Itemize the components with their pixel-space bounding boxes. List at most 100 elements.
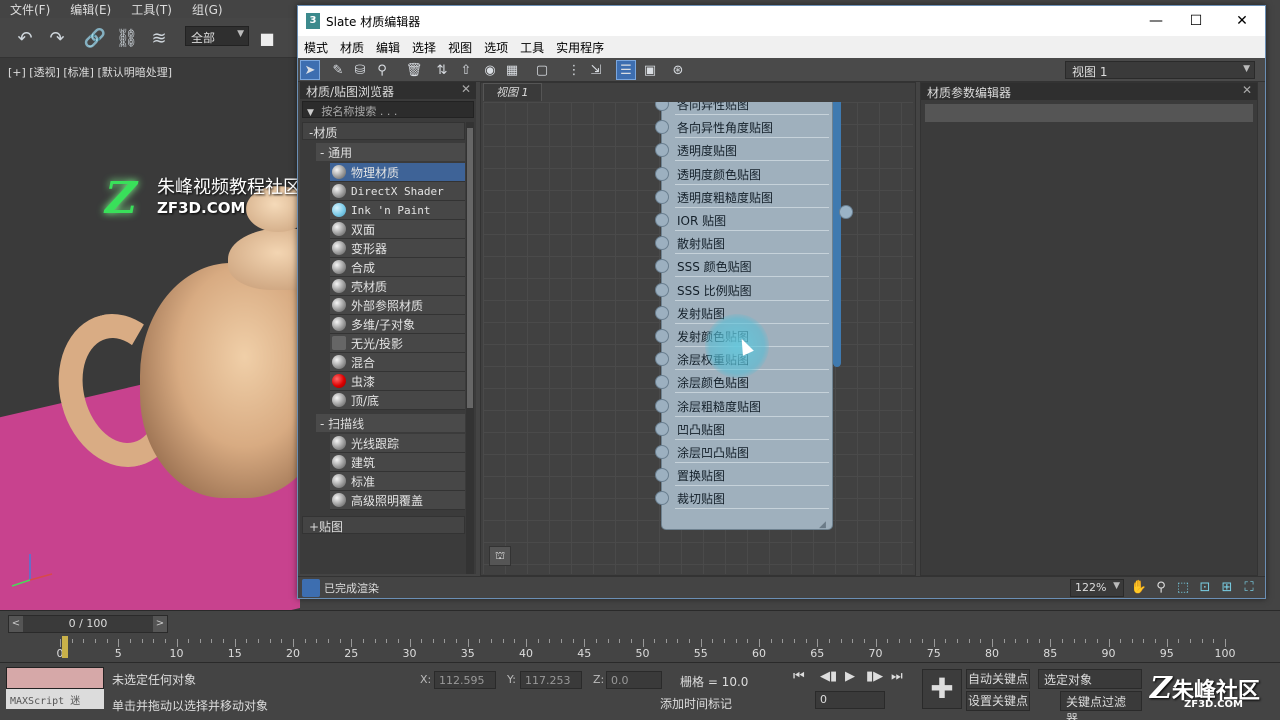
menu-tools[interactable]: 工具: [514, 39, 550, 56]
resize-grip-icon[interactable]: ◢: [819, 520, 826, 530]
zoom-region-icon[interactable]: ⬚: [1174, 579, 1192, 597]
timeline-ruler[interactable]: 0 5 10 15 20 25 30 35 40 45 50 55 60 65 70 75 80 85 90 95 10…: [57, 639, 1240, 661]
sample-slot-icon[interactable]: ▢: [532, 60, 552, 80]
input-socket[interactable]: [655, 398, 669, 413]
node-slot[interactable]: 各向异性贴图: [655, 102, 829, 115]
zoom-extents-icon[interactable]: ⊡: [1196, 579, 1214, 597]
add-time-tag-button[interactable]: 添加时间标记: [660, 695, 732, 712]
menu-view[interactable]: 视图: [442, 39, 478, 56]
material-item[interactable]: DirectX Shader: [330, 182, 465, 201]
selected-dropdown[interactable]: 选定对象: [1038, 669, 1142, 689]
key-filters-button[interactable]: 关键点过滤器...: [1060, 691, 1142, 720]
menu-mode[interactable]: 模式: [298, 39, 334, 56]
view-tab[interactable]: 视图 1: [483, 83, 542, 101]
maximize-button[interactable]: ☐: [1176, 10, 1216, 32]
node-slot[interactable]: 凹凸贴图: [655, 418, 829, 440]
close-icon[interactable]: ✕: [1242, 83, 1252, 97]
node-output-socket[interactable]: [839, 205, 853, 219]
input-socket[interactable]: [655, 236, 669, 251]
input-socket[interactable]: [655, 352, 669, 367]
viewport-label[interactable]: [+] [透视] [标准] [默认明暗处理]: [8, 64, 172, 80]
undo-icon[interactable]: ↶: [12, 25, 38, 51]
x-coordinate[interactable]: 112.595: [434, 671, 496, 689]
zoom-icon[interactable]: ⚲: [1152, 579, 1170, 597]
node-slot[interactable]: 涂层粗糙度贴图: [655, 395, 829, 417]
input-socket[interactable]: [655, 120, 669, 135]
selection-filter-dropdown[interactable]: 全部 ▼: [185, 26, 249, 46]
node-slot[interactable]: 裁切贴图: [655, 487, 829, 510]
node-slot[interactable]: 透明度贴图: [655, 139, 829, 162]
input-socket[interactable]: [655, 143, 669, 158]
input-socket[interactable]: [655, 259, 669, 274]
select-object-icon[interactable]: ■: [254, 25, 280, 51]
node-slot[interactable]: 透明度颜色贴图: [655, 163, 829, 185]
zoom-extents-selected-icon[interactable]: ⊞: [1218, 579, 1236, 597]
input-socket[interactable]: [655, 329, 669, 343]
material-item[interactable]: 双面: [330, 220, 465, 239]
prev-key-icon[interactable]: ◀▮: [820, 669, 837, 684]
maxscript-input[interactable]: MAXScript 迷: [6, 689, 104, 709]
pick-material-icon[interactable]: ✎: [328, 60, 348, 80]
menu-edit[interactable]: 编辑: [370, 39, 406, 56]
set-key-big-icon[interactable]: ✚: [922, 669, 962, 709]
material-item[interactable]: Ink 'n Paint: [330, 201, 465, 220]
next-key-icon[interactable]: ▮▶: [866, 669, 883, 684]
material-item[interactable]: 外部参照材质: [330, 296, 465, 315]
pan-to-selected-icon[interactable]: ⛶: [1240, 579, 1258, 597]
input-socket[interactable]: [655, 491, 669, 506]
input-socket[interactable]: [655, 189, 669, 204]
move-children-icon[interactable]: ⇅: [432, 60, 452, 80]
menu-tools[interactable]: 工具(T): [121, 1, 182, 18]
set-key-button[interactable]: 设置关键点: [966, 691, 1030, 711]
link-icon[interactable]: 🔗: [82, 25, 108, 51]
menu-material[interactable]: 材质: [334, 39, 370, 56]
scrollbar-thumb[interactable]: [467, 128, 473, 408]
category-maps[interactable]: +贴图: [302, 516, 465, 534]
assign-material-icon[interactable]: ⚲: [372, 60, 392, 80]
input-socket[interactable]: [655, 375, 669, 390]
node-slot[interactable]: 置换贴图: [655, 464, 829, 487]
close-icon[interactable]: ✕: [461, 82, 471, 96]
show-shaded-icon[interactable]: ◉: [480, 60, 500, 80]
material-item[interactable]: 混合: [330, 353, 465, 372]
menu-utilities[interactable]: 实用程序: [550, 39, 610, 56]
menu-group[interactable]: 组(G): [182, 1, 233, 18]
search-input[interactable]: ▼ 按名称搜索 . . .: [302, 101, 474, 118]
material-item[interactable]: 合成: [330, 258, 465, 277]
time-slider[interactable]: < 0 / 100 >: [8, 615, 168, 633]
input-socket[interactable]: [655, 468, 669, 483]
close-button[interactable]: ✕: [1222, 10, 1262, 32]
material-item[interactable]: 壳材质: [330, 277, 465, 296]
navigator-icon[interactable]: ⛫: [489, 546, 511, 566]
material-item[interactable]: 物理材质: [330, 163, 465, 182]
next-frame-icon[interactable]: >: [153, 616, 167, 632]
material-item[interactable]: 建筑: [330, 453, 465, 472]
material-item[interactable]: 标准: [330, 472, 465, 491]
perspective-viewport[interactable]: [+] [透视] [标准] [默认明暗处理] Z 朱峰视频教程社区 ZF3D.C…: [0, 58, 300, 610]
input-socket[interactable]: [655, 305, 669, 320]
material-item[interactable]: 虫漆: [330, 372, 465, 391]
browser-scrollbar[interactable]: [466, 122, 474, 574]
time-cursor[interactable]: [62, 636, 68, 658]
maxscript-listener-swatch[interactable]: [6, 667, 104, 689]
node-slot[interactable]: 各向异性角度贴图: [655, 116, 829, 139]
input-socket[interactable]: [655, 421, 669, 436]
put-material-icon[interactable]: ⛁: [350, 60, 370, 80]
layout-children-icon[interactable]: ⇲: [586, 60, 606, 80]
y-coordinate[interactable]: 117.253: [520, 671, 582, 689]
material-item[interactable]: 顶/底: [330, 391, 465, 410]
goto-end-icon[interactable]: ⏭: [891, 669, 903, 684]
input-socket[interactable]: [655, 166, 669, 181]
input-socket[interactable]: [655, 102, 669, 111]
input-socket[interactable]: [655, 213, 669, 227]
menu-file[interactable]: 文件(F): [0, 1, 60, 18]
view-dropdown[interactable]: 视图 1 ▼: [1065, 61, 1255, 79]
input-socket[interactable]: [655, 282, 669, 297]
menu-options[interactable]: 选项: [478, 39, 514, 56]
background-icon[interactable]: ▦: [502, 60, 522, 80]
input-socket[interactable]: [655, 445, 669, 459]
node-canvas[interactable]: 各向异性贴图 各向异性角度贴图 透明度贴图 透明度颜色贴图 透明度粗糙度贴图 IOR 贴图…: [483, 102, 913, 574]
goto-start-icon[interactable]: ⏮: [793, 669, 805, 684]
menu-edit[interactable]: 编辑(E): [60, 1, 121, 18]
layout-all-icon[interactable]: ⋮: [564, 60, 584, 80]
